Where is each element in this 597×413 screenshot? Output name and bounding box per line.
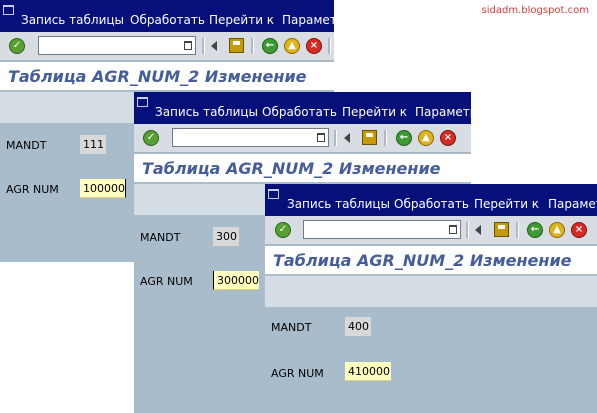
- watermark: sidadm.blogspot.com: [481, 5, 589, 16]
- title-bar: Таблица AGR_NUM_2 Изменение: [265, 246, 597, 274]
- menu-table-entry[interactable]: Запись таблицы: [155, 105, 258, 119]
- agr-num-field[interactable]: 100000: [80, 179, 126, 198]
- page-title: Таблица AGR_NUM_2 Изменение: [8, 67, 307, 86]
- toolbar-separator: [251, 38, 254, 54]
- agr-num-field[interactable]: 410000: [345, 362, 391, 381]
- exit-icon[interactable]: ▲: [418, 130, 434, 146]
- toolbar-separator: [334, 130, 337, 146]
- menu-bar: Запись таблицы Обработать Перейти к Пара…: [134, 92, 471, 124]
- menu-settings[interactable]: Параметры: [548, 197, 597, 211]
- command-history-icon[interactable]: [317, 133, 325, 142]
- collapse-left-icon[interactable]: [344, 133, 350, 143]
- menu-table-entry[interactable]: Запись таблицы: [287, 197, 390, 211]
- menu-bar: Запись таблицы Обработать Перейти к Пара…: [0, 0, 334, 32]
- command-history-icon[interactable]: [449, 225, 457, 234]
- system-menu-icon[interactable]: [0, 0, 18, 18]
- command-field[interactable]: [303, 220, 461, 239]
- menu-goto[interactable]: Перейти к: [342, 105, 407, 119]
- mandt-field: 111: [80, 135, 106, 154]
- page: { "watermark": "sidadm.blogspot.com", "w…: [0, 0, 597, 413]
- menu-edit[interactable]: Обработать: [130, 13, 205, 27]
- menu-goto[interactable]: Перейти к: [209, 13, 274, 27]
- command-field[interactable]: [172, 128, 329, 147]
- application-toolbar: [265, 276, 597, 307]
- system-toolbar: ✓ ← ▲ ×: [0, 32, 334, 61]
- toolbar-separator: [202, 38, 205, 54]
- system-menu-icon[interactable]: [265, 184, 283, 202]
- save-icon[interactable]: [362, 130, 377, 145]
- system-toolbar: ✓ ← ▲ ×: [134, 124, 471, 153]
- cancel-icon[interactable]: ×: [306, 38, 322, 54]
- agr-num-label: AGR NUM: [271, 367, 324, 380]
- command-field[interactable]: [38, 36, 196, 55]
- toolbar-separator: [466, 222, 469, 238]
- menu-edit[interactable]: Обработать: [394, 197, 469, 211]
- save-icon[interactable]: [494, 222, 509, 237]
- sap-window-3: Запись таблицы Обработать Перейти к Пара…: [265, 184, 597, 413]
- mandt-label: MANDT: [6, 139, 47, 152]
- exit-icon[interactable]: ▲: [284, 38, 300, 54]
- mandt-field: 300: [213, 227, 239, 246]
- menu-bar: Запись таблицы Обработать Перейти к Пара…: [265, 184, 597, 216]
- agr-num-field[interactable]: 300000: [213, 271, 259, 290]
- back-icon[interactable]: ←: [262, 38, 278, 54]
- page-title: Таблица AGR_NUM_2 Изменение: [273, 251, 572, 270]
- collapse-left-icon[interactable]: [475, 225, 481, 235]
- menu-settings[interactable]: Параметры: [282, 13, 334, 27]
- mandt-label: MANDT: [271, 321, 312, 334]
- toolbar-separator: [516, 222, 519, 238]
- menu-goto[interactable]: Перейти к: [474, 197, 539, 211]
- back-icon[interactable]: ←: [527, 222, 543, 238]
- collapse-left-icon[interactable]: [211, 41, 217, 51]
- system-menu-icon[interactable]: [134, 92, 152, 110]
- exit-icon[interactable]: ▲: [549, 222, 565, 238]
- cancel-icon[interactable]: ×: [571, 222, 587, 238]
- checkmark-icon[interactable]: ✓: [9, 38, 25, 54]
- checkmark-icon[interactable]: ✓: [275, 222, 291, 238]
- menu-settings[interactable]: Параметры: [415, 105, 471, 119]
- checkmark-icon[interactable]: ✓: [143, 130, 159, 146]
- menu-edit[interactable]: Обработать: [262, 105, 337, 119]
- toolbar-separator: [384, 130, 387, 146]
- title-bar: Таблица AGR_NUM_2 Изменение: [0, 62, 334, 90]
- save-icon[interactable]: [229, 38, 244, 53]
- cancel-icon[interactable]: ×: [440, 130, 456, 146]
- title-bar: Таблица AGR_NUM_2 Изменение: [134, 154, 471, 182]
- command-history-icon[interactable]: [184, 41, 192, 50]
- mandt-field: 400: [345, 317, 371, 336]
- menu-table-entry[interactable]: Запись таблицы: [21, 13, 124, 27]
- system-toolbar: ✓ ← ▲ ×: [265, 216, 597, 245]
- agr-num-label: AGR NUM: [140, 275, 193, 288]
- mandt-label: MANDT: [140, 231, 181, 244]
- toolbar-separator: [328, 38, 331, 54]
- back-icon[interactable]: ←: [396, 130, 412, 146]
- agr-num-label: AGR NUM: [6, 183, 59, 196]
- page-title: Таблица AGR_NUM_2 Изменение: [142, 159, 441, 178]
